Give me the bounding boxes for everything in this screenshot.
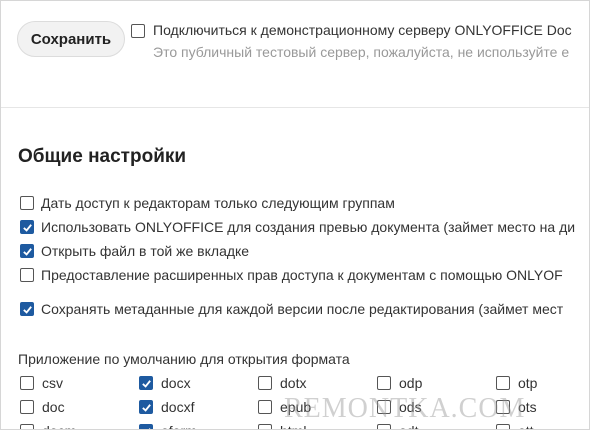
demo-server-label: Подключиться к демонстрационному серверу…: [153, 22, 572, 38]
format-label: ott: [518, 423, 534, 429]
format-label: docm: [42, 423, 76, 429]
format-checkbox[interactable]: [258, 376, 272, 390]
format-label: odp: [399, 375, 423, 391]
option-checkbox[interactable]: [20, 302, 34, 316]
format-checkbox[interactable]: [377, 400, 391, 414]
option-same-tab[interactable]: Открыть файл в той же вкладке: [20, 243, 249, 259]
format-option[interactable]: dotx: [258, 375, 306, 391]
format-checkbox[interactable]: [496, 424, 510, 429]
option-label: Сохранять метаданные для каждой версии п…: [41, 301, 564, 317]
format-option[interactable]: doc: [20, 399, 65, 415]
option-preview[interactable]: Использовать ONLYOFFICE для создания пре…: [20, 219, 575, 235]
format-label: dotx: [280, 375, 307, 391]
demo-server-hint: Это публичный тестовый сервер, пожалуйст…: [153, 44, 570, 60]
format-option[interactable]: oform: [139, 423, 197, 429]
format-label: ods: [399, 399, 422, 415]
format-option[interactable]: otp: [496, 375, 537, 391]
format-option[interactable]: ott: [496, 423, 534, 429]
format-checkbox[interactable]: [377, 424, 391, 429]
format-label: docx: [161, 375, 191, 391]
option-checkbox[interactable]: [20, 220, 34, 234]
format-checkbox[interactable]: [496, 376, 510, 390]
format-label: doc: [42, 399, 65, 415]
option-label: Использовать ONLYOFFICE для создания пре…: [41, 219, 576, 235]
format-label: ots: [518, 399, 537, 415]
format-label: epub: [280, 399, 312, 415]
format-option[interactable]: odt: [377, 423, 418, 429]
format-option[interactable]: docxf: [139, 399, 194, 415]
option-label: Дать доступ к редакторам только следующи…: [41, 195, 395, 211]
format-option[interactable]: docm: [20, 423, 76, 429]
format-option[interactable]: html: [258, 423, 306, 429]
format-checkbox[interactable]: [139, 424, 153, 429]
save-button[interactable]: Сохранить: [17, 21, 125, 57]
option-checkbox[interactable]: [20, 244, 34, 258]
option-restrict-groups[interactable]: Дать доступ к редакторам только следующи…: [20, 195, 395, 211]
option-save-metadata[interactable]: Сохранять метаданные для каждой версии п…: [20, 301, 563, 317]
format-checkbox[interactable]: [139, 376, 153, 390]
default-app-formats-title: Приложение по умолчанию для открытия фор…: [18, 351, 350, 367]
format-option[interactable]: csv: [20, 375, 63, 391]
format-label: otp: [518, 375, 538, 391]
format-checkbox[interactable]: [258, 400, 272, 414]
format-option[interactable]: odp: [377, 375, 422, 391]
format-checkbox[interactable]: [20, 376, 34, 390]
format-label: docxf: [161, 399, 195, 415]
settings-panel: Сохранить Подключиться к демонстрационно…: [0, 0, 590, 430]
format-label: oform: [161, 423, 197, 429]
format-option[interactable]: docx: [139, 375, 191, 391]
format-option[interactable]: ods: [377, 399, 422, 415]
option-label: Предоставление расширенных прав доступа …: [41, 267, 563, 283]
format-option[interactable]: ots: [496, 399, 537, 415]
option-checkbox[interactable]: [20, 268, 34, 282]
format-checkbox[interactable]: [139, 400, 153, 414]
format-checkbox[interactable]: [258, 424, 272, 429]
section-divider: [1, 107, 589, 108]
format-checkbox[interactable]: [20, 424, 34, 429]
demo-server-checkbox[interactable]: [131, 24, 145, 38]
format-checkbox[interactable]: [496, 400, 510, 414]
format-option[interactable]: epub: [258, 399, 311, 415]
option-checkbox[interactable]: [20, 196, 34, 210]
option-label: Открыть файл в той же вкладке: [41, 243, 250, 259]
format-checkbox[interactable]: [377, 376, 391, 390]
general-settings-title: Общие настройки: [18, 146, 187, 167]
format-label: html: [280, 423, 306, 429]
format-checkbox[interactable]: [20, 400, 34, 414]
option-advanced-rights[interactable]: Предоставление расширенных прав доступа …: [20, 267, 563, 283]
format-label: csv: [42, 375, 63, 391]
format-label: odt: [399, 423, 418, 429]
